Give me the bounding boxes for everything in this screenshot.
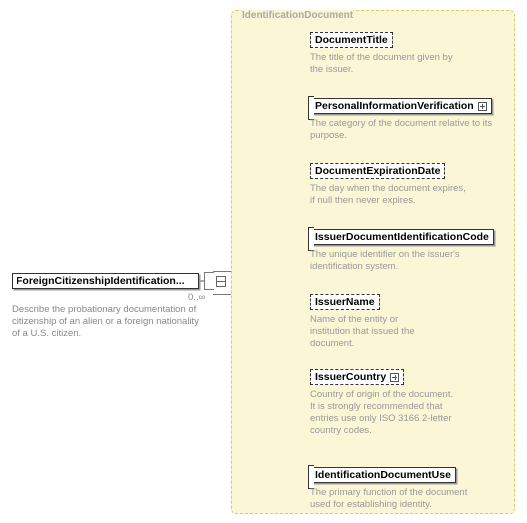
child-description: The unique identifier on the issuer's id… — [310, 249, 492, 273]
child-description: Name of the entity or institution that i… — [310, 314, 440, 350]
child-element[interactable]: DocumentExpirationDate — [310, 163, 445, 179]
child-element[interactable]: IssuerDocumentIdentificationCode — [310, 229, 494, 245]
child-description: The title of the document given by the i… — [310, 52, 454, 76]
optional-wrapper — [204, 272, 214, 290]
switch-icon — [216, 276, 224, 286]
root-description: Describe the probationary documentation … — [12, 304, 204, 340]
expand-icon[interactable] — [478, 102, 487, 111]
child-label: DocumentTitle — [315, 34, 388, 46]
root-label: ForeignCitizenshipIdentification... — [16, 275, 185, 287]
child-label: IssuerName — [315, 296, 375, 308]
child-description: The category of the document relative to… — [310, 118, 496, 142]
child-label: IssuerCountry — [315, 371, 386, 383]
child-element[interactable]: IssuerName — [310, 294, 380, 310]
child-description: The primary function of the document use… — [310, 487, 470, 511]
child-element[interactable]: IssuerCountry — [310, 369, 404, 385]
root-cardinality: 0..∞ — [188, 292, 205, 303]
child-label: DocumentExpirationDate — [315, 165, 440, 177]
child-element[interactable]: IdentificationDocumentUse — [310, 467, 456, 483]
child-description: Country of origin of the document. It is… — [310, 389, 458, 437]
child-element[interactable]: DocumentTitle — [310, 32, 393, 48]
root-element[interactable]: ForeignCitizenshipIdentification... — [12, 273, 199, 289]
expand-icon[interactable] — [390, 373, 399, 382]
child-label: IssuerDocumentIdentificationCode — [315, 231, 489, 243]
child-element[interactable]: PersonalInformationVerification — [310, 98, 492, 114]
child-description: The day when the document expires, if nu… — [310, 183, 470, 207]
child-label: PersonalInformationVerification — [315, 100, 474, 112]
group-title: IdentificationDocument — [242, 10, 353, 21]
child-label: IdentificationDocumentUse — [315, 469, 451, 481]
